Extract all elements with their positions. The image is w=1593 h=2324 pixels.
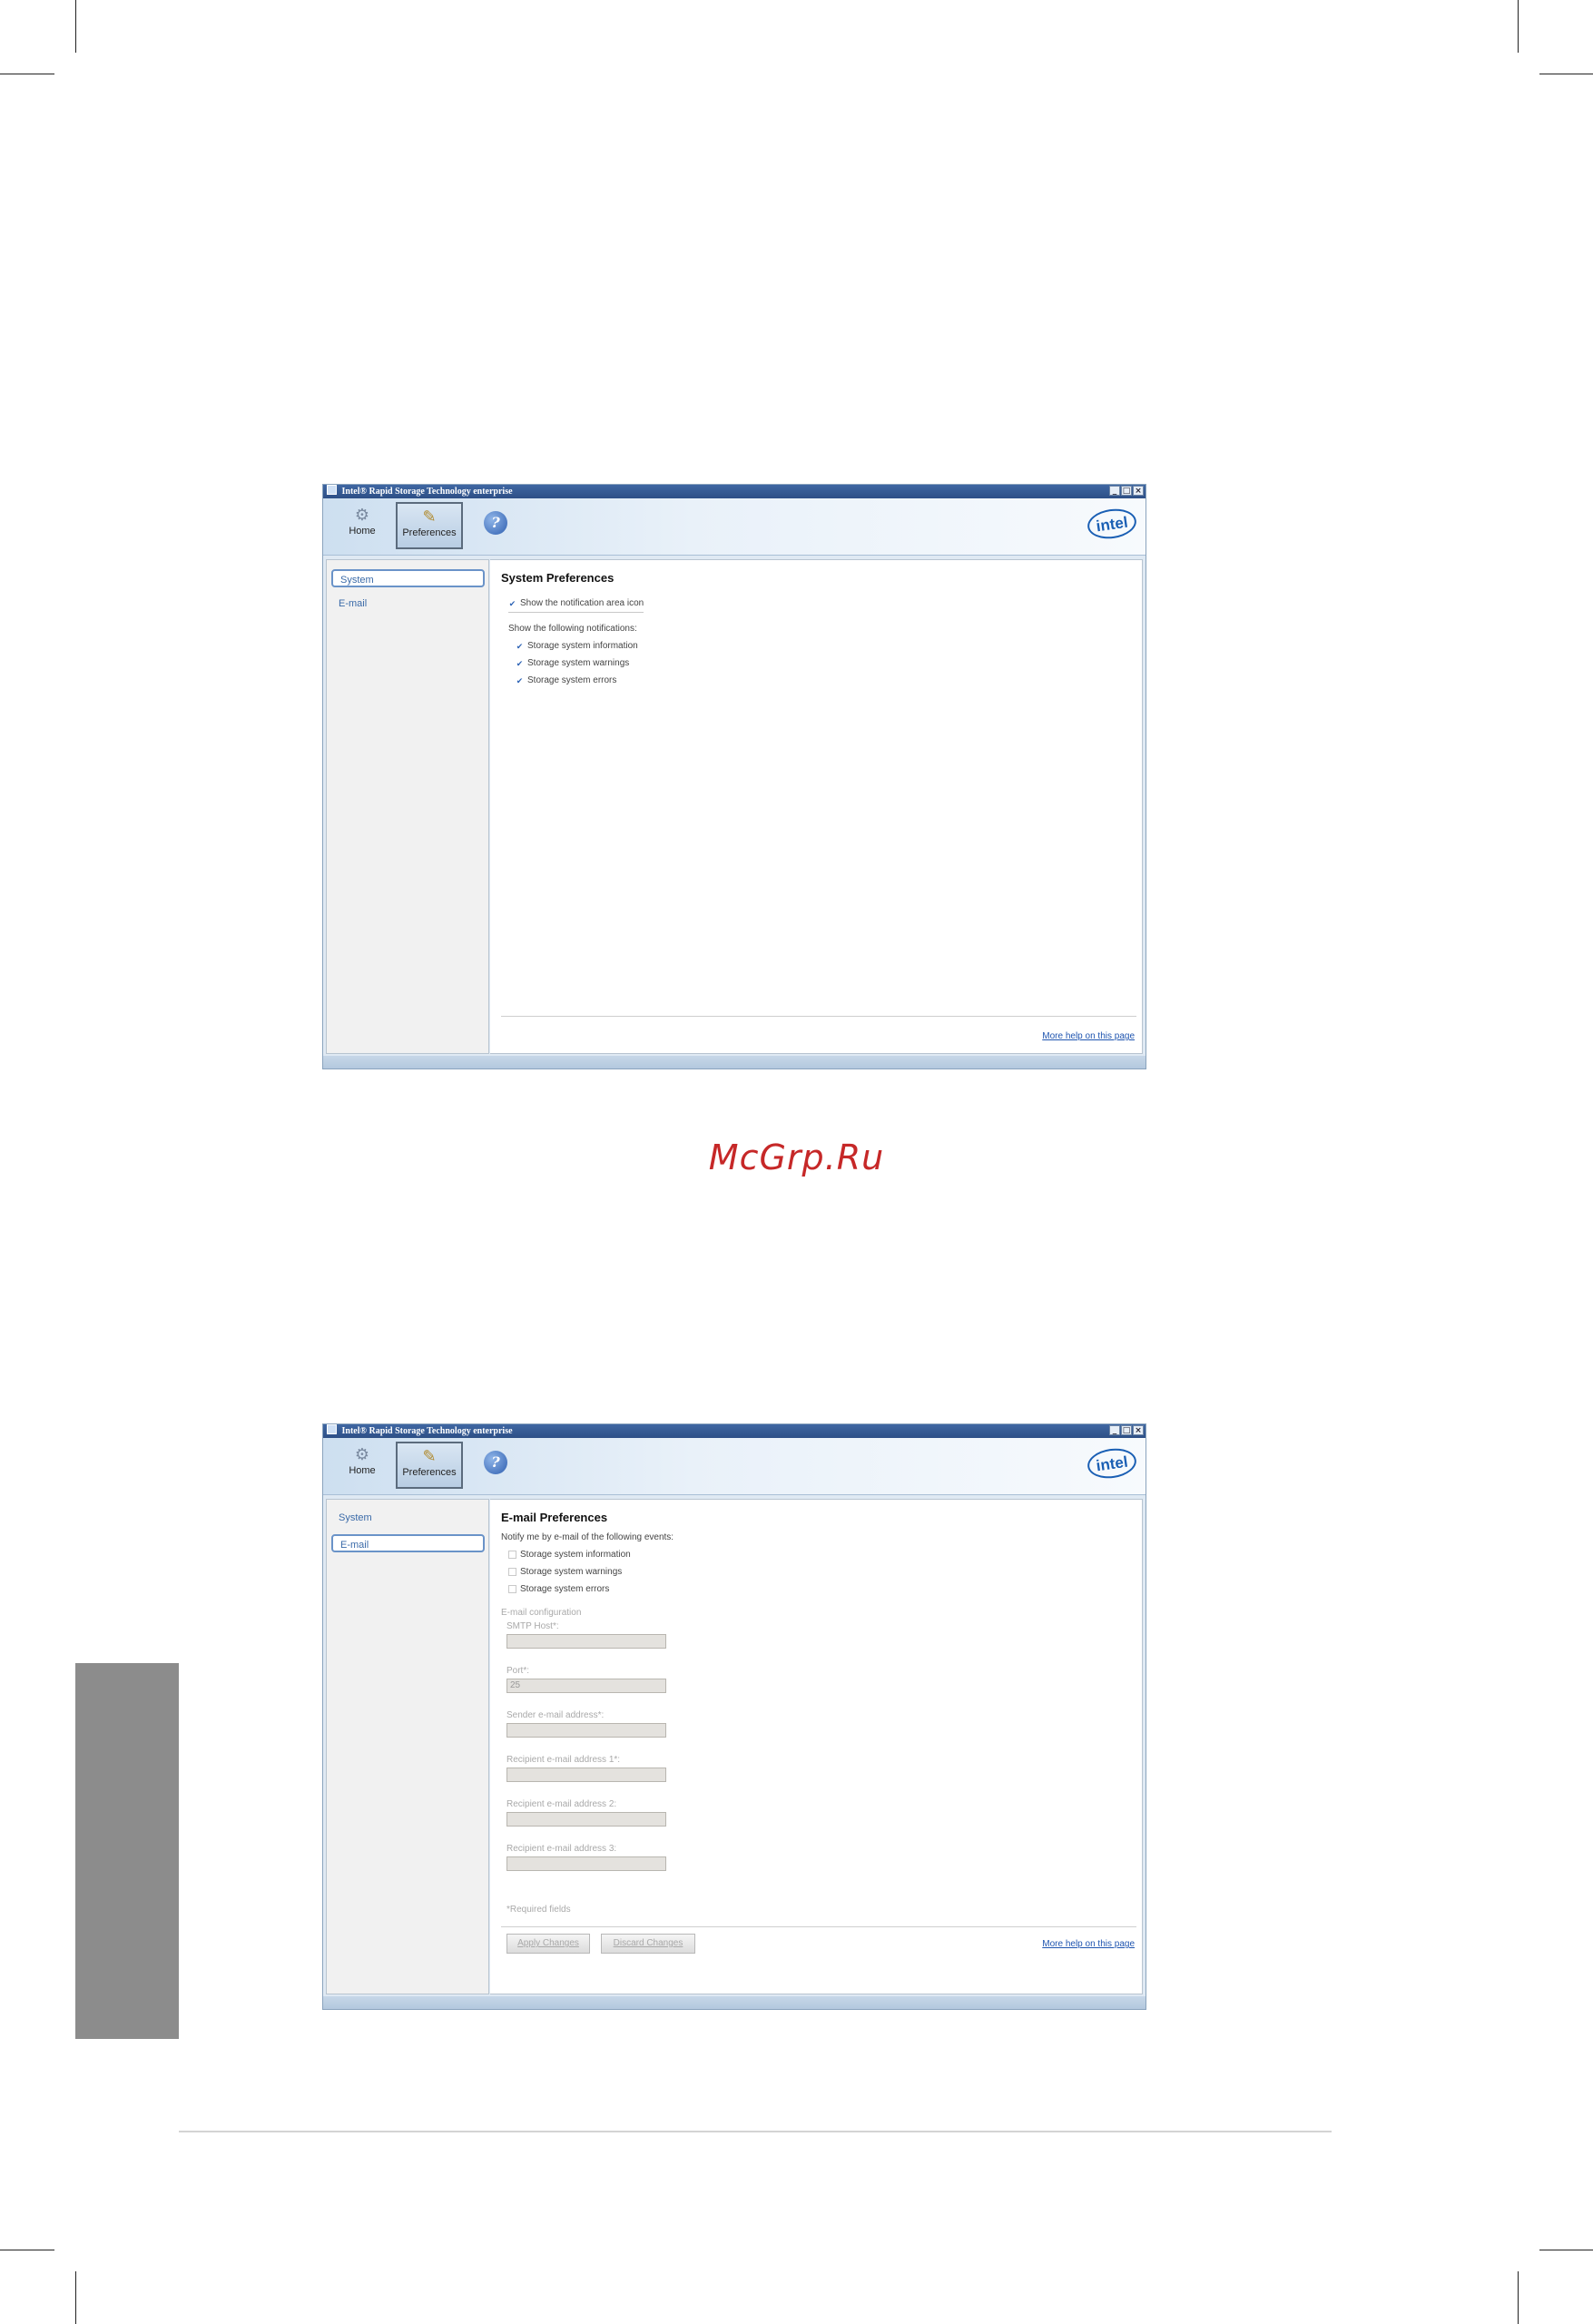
field-label: Recipient e-mail address 3: [506, 1844, 617, 1854]
field-label: Port*: [506, 1666, 530, 1676]
preferences-icon: ✎ [422, 507, 437, 526]
app-icon [327, 1424, 337, 1434]
event-label: Storage system information [520, 1550, 631, 1560]
checkbox-checked-icon: ✔ [516, 642, 524, 651]
recipient-email-3-field[interactable] [506, 1856, 666, 1871]
home-button[interactable]: ⚙ Home [332, 502, 392, 549]
notification-label: Storage system warnings [527, 658, 630, 668]
toolbar: ⚙ Home ✎ Preferences ? intel [323, 498, 1146, 556]
title-bar: Intel® Rapid Storage Technology enterpri… [323, 1424, 1146, 1438]
apply-changes-button[interactable]: Apply Changes [506, 1934, 590, 1954]
checkbox-unchecked-icon: ✔ [508, 1568, 516, 1576]
page-title: System Preferences [501, 571, 615, 585]
checkbox-checked-icon: ✔ [516, 676, 524, 685]
crop-mark [75, 2271, 76, 2324]
notification-option[interactable]: ✔ Storage system warnings [516, 658, 630, 668]
home-label: Home [349, 1465, 376, 1476]
preferences-icon: ✎ [422, 1447, 437, 1465]
field-label: Recipient e-mail address 2: [506, 1799, 617, 1809]
sidebar-item-email[interactable]: E-mail [331, 1534, 485, 1552]
footer-rule [179, 2131, 1332, 2132]
help-link[interactable]: More help on this page [1042, 1031, 1135, 1041]
home-gear-icon: ⚙ [354, 506, 370, 524]
port-field[interactable]: 25 [506, 1679, 666, 1693]
required-fields-note: *Required fields [506, 1905, 571, 1915]
help-icon[interactable]: ? [484, 1451, 507, 1474]
sidebar-item-email[interactable]: E-mail [331, 595, 485, 613]
crop-mark [1518, 2271, 1519, 2324]
footer-divider [501, 1016, 1136, 1017]
recipient-email-1-field[interactable] [506, 1768, 666, 1782]
event-label: Storage system warnings [520, 1567, 623, 1577]
email-config-label: E-mail configuration [501, 1608, 582, 1618]
chapter-side-tab [75, 1663, 179, 2039]
maximize-button[interactable]: □ [1121, 1425, 1132, 1435]
intel-logo: intel [1086, 506, 1138, 542]
sidebar: System E-mail [326, 1499, 489, 1994]
content-pane: System Preferences ✔ Show the notificatio… [490, 559, 1143, 1054]
preferences-button[interactable]: ✎ Preferences [396, 1442, 463, 1489]
checkbox-checked-icon: ✔ [516, 659, 524, 668]
show-following-label: Show the following notifications: [508, 624, 637, 634]
field-label: SMTP Host*: [506, 1621, 559, 1631]
page-title: E-mail Preferences [501, 1511, 608, 1524]
rst-window-system-preferences: Intel® Rapid Storage Technology enterpri… [322, 484, 1146, 1069]
preferences-label: Preferences [402, 1467, 457, 1478]
close-button[interactable]: × [1133, 486, 1144, 496]
notification-label: Storage system errors [527, 675, 617, 685]
home-gear-icon: ⚙ [354, 1445, 370, 1463]
checkbox-checked-icon: ✔ [508, 599, 516, 608]
show-icon-label: Show the notification area icon [520, 598, 644, 608]
crop-mark [1518, 0, 1519, 53]
intel-logo: intel [1086, 1445, 1138, 1482]
content-pane: E-mail Preferences Notify me by e-mail o… [490, 1499, 1143, 1994]
event-option[interactable]: ✔ Storage system warnings [508, 1567, 622, 1577]
preferences-label: Preferences [402, 527, 457, 538]
status-bar [323, 1056, 1146, 1068]
event-option[interactable]: ✔ Storage system errors [508, 1584, 609, 1594]
smtp-host-field[interactable] [506, 1634, 666, 1649]
app-icon [327, 485, 337, 495]
notification-label: Storage system information [527, 641, 638, 651]
notification-option[interactable]: ✔ Storage system information [516, 641, 638, 651]
footer-divider [501, 1926, 1136, 1927]
watermark: McGrp.Ru [708, 1137, 885, 1177]
home-button[interactable]: ⚙ Home [332, 1442, 392, 1489]
preferences-button[interactable]: ✎ Preferences [396, 502, 463, 549]
notification-option[interactable]: ✔ Storage system errors [516, 675, 617, 685]
notify-label: Notify me by e-mail of the following eve… [501, 1532, 674, 1542]
help-icon[interactable]: ? [484, 511, 507, 535]
minimize-button[interactable]: _ [1109, 486, 1120, 496]
crop-mark [75, 0, 76, 53]
title-bar: Intel® Rapid Storage Technology enterpri… [323, 485, 1146, 498]
toolbar: ⚙ Home ✎ Preferences ? intel [323, 1438, 1146, 1495]
event-option[interactable]: ✔ Storage system information [508, 1550, 631, 1560]
discard-changes-button[interactable]: Discard Changes [601, 1934, 695, 1954]
event-label: Storage system errors [520, 1584, 610, 1594]
rst-window-email-preferences: Intel® Rapid Storage Technology enterpri… [322, 1423, 1146, 2010]
checkbox-unchecked-icon: ✔ [508, 1551, 516, 1559]
sidebar-item-system[interactable]: System [331, 569, 485, 587]
maximize-button[interactable]: □ [1121, 486, 1132, 496]
field-label: Sender e-mail address*: [506, 1710, 605, 1720]
show-icon-option[interactable]: ✔ Show the notification area icon [508, 598, 644, 613]
status-bar [323, 1996, 1146, 2009]
close-button[interactable]: × [1133, 1425, 1144, 1435]
sidebar: System E-mail [326, 559, 489, 1054]
minimize-button[interactable]: _ [1109, 1425, 1120, 1435]
window-title: Intel® Rapid Storage Technology enterpri… [341, 1426, 513, 1436]
field-label: Recipient e-mail address 1*: [506, 1755, 621, 1765]
home-label: Home [349, 526, 376, 537]
checkbox-unchecked-icon: ✔ [508, 1585, 516, 1593]
sender-email-field[interactable] [506, 1723, 666, 1738]
help-link[interactable]: More help on this page [1042, 1939, 1135, 1949]
recipient-email-2-field[interactable] [506, 1812, 666, 1827]
sidebar-item-system[interactable]: System [331, 1509, 485, 1527]
window-title: Intel® Rapid Storage Technology enterpri… [341, 487, 513, 497]
